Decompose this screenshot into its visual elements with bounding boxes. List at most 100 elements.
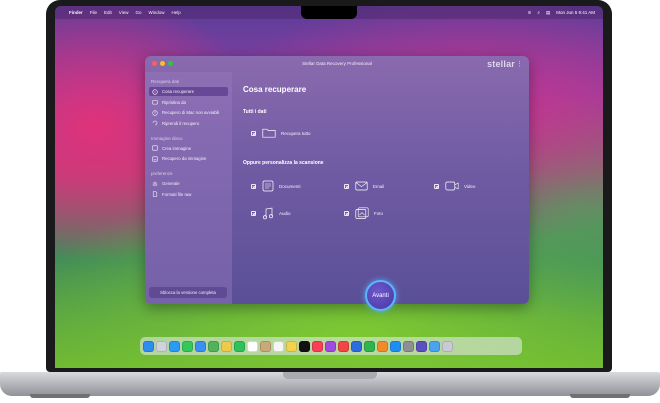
sidebar-item-resume-recovery[interactable]: Riprendi il recupero xyxy=(149,119,228,128)
unlock-full-version-button[interactable]: Sblocca la versione completa xyxy=(149,287,227,298)
sidebar-item-general[interactable]: Generale xyxy=(149,179,228,188)
contacts-icon[interactable] xyxy=(260,340,271,352)
wifi-icon[interactable]: ≋ xyxy=(528,10,532,16)
sidebar-item-label: Cosa recuperare xyxy=(162,89,195,94)
resume-icon xyxy=(152,120,158,126)
image-recover-icon xyxy=(152,156,158,162)
drive-icon xyxy=(152,109,158,116)
main-panel: Cosa recuperare Tutti i dati Recupera tu… xyxy=(241,72,529,304)
sidebar-item-label: Formati file raw xyxy=(162,191,192,197)
more-options-icon[interactable]: ⋮ xyxy=(516,60,523,68)
audio-label: Audio xyxy=(279,211,291,216)
dock xyxy=(140,337,522,355)
safari-icon[interactable] xyxy=(169,340,180,352)
sidebar-heading-recover: Recupera dati xyxy=(151,79,180,84)
page-title: Cosa recuperare xyxy=(243,85,307,94)
messages-icon[interactable] xyxy=(182,340,193,352)
laptop-foot-right xyxy=(570,394,630,398)
menu-go[interactable]: Go xyxy=(135,10,141,15)
stellar-logo: stellar xyxy=(487,59,515,69)
sidebar-item-recover-from-image[interactable]: Recupero da immagine xyxy=(149,154,228,163)
menu-help[interactable]: Help xyxy=(172,10,181,15)
sidebar-item-what-to-recover[interactable]: Cosa recuperare xyxy=(149,87,228,96)
numbers-icon[interactable] xyxy=(364,340,375,352)
sidebar-item-raw-formats[interactable]: Formati file raw xyxy=(149,190,228,199)
recover-all-checkbox[interactable] xyxy=(251,130,256,136)
document-icon xyxy=(262,180,274,192)
photo-icon xyxy=(355,207,369,219)
email-icon xyxy=(355,181,368,191)
photo-option[interactable]: Foto xyxy=(344,207,383,220)
podcasts-icon[interactable] xyxy=(325,340,336,352)
sidebar-heading-disk-image: Immagine disco xyxy=(151,135,183,141)
video-checkbox[interactable] xyxy=(434,183,439,189)
window-title: Stellar Data Recovery Professional xyxy=(302,61,372,66)
facetime-icon[interactable] xyxy=(234,340,245,352)
menu-clock[interactable]: Mon Jun 5 9:41 AM xyxy=(556,10,595,15)
audio-option[interactable]: Audio xyxy=(251,207,291,220)
email-label: Email xyxy=(373,183,385,189)
documents-checkbox[interactable] xyxy=(251,183,256,189)
photos-icon[interactable] xyxy=(221,340,232,352)
menu-view[interactable]: View xyxy=(119,10,129,15)
notes-icon[interactable] xyxy=(286,340,297,352)
file-raw-icon xyxy=(152,191,158,197)
next-button[interactable]: Avanti xyxy=(365,280,396,311)
menu-edit[interactable]: Edit xyxy=(104,10,112,15)
menu-window[interactable]: Window xyxy=(149,10,165,15)
sidebar-heading-preferences: preferenze xyxy=(151,171,173,176)
sidebar-item-label: Recupero di Mac non avviabili xyxy=(162,110,220,115)
sidebar-item-create-image[interactable]: Crea immagine xyxy=(149,144,228,153)
sidebar-item-label: Ripristina da xyxy=(162,99,186,105)
recover-all-label: Recupera tutto xyxy=(281,130,311,136)
audio-checkbox[interactable] xyxy=(251,211,256,216)
mail-icon[interactable] xyxy=(195,340,206,352)
customize-heading: Oppure personalizza la scansione xyxy=(243,160,324,166)
downloads-icon[interactable] xyxy=(429,340,440,352)
camera-notch xyxy=(301,6,357,19)
sidebar-item-label: Crea immagine xyxy=(162,145,192,151)
sidebar-item-label: Riprendi il recupero xyxy=(162,120,200,126)
pages-icon[interactable] xyxy=(377,340,388,352)
tv-icon[interactable] xyxy=(299,340,310,352)
email-checkbox[interactable] xyxy=(344,183,349,189)
settings-icon[interactable] xyxy=(403,340,414,352)
folder-icon xyxy=(262,128,276,138)
documents-option[interactable]: Documenti xyxy=(251,180,301,192)
folder-icon xyxy=(152,99,158,105)
finder-icon[interactable] xyxy=(143,340,154,352)
sidebar-item-unbootable-mac[interactable]: Recupero di Mac non avviabili xyxy=(149,108,228,117)
target-icon xyxy=(152,88,158,95)
documents-label: Documenti xyxy=(279,183,301,189)
music-icon xyxy=(263,207,273,220)
launchpad-icon[interactable] xyxy=(156,340,167,352)
news-icon[interactable] xyxy=(338,340,349,352)
photo-label: Foto xyxy=(374,211,384,216)
email-option[interactable]: Email xyxy=(344,180,384,192)
music-icon[interactable] xyxy=(312,340,323,352)
sidebar-item-restore-from[interactable]: Ripristina da xyxy=(149,98,228,107)
video-icon xyxy=(445,181,459,191)
app-window: Stellar Data Recovery Professional stell… xyxy=(145,56,529,304)
maps-icon[interactable] xyxy=(208,340,219,352)
video-option[interactable]: Video xyxy=(434,180,475,192)
trackpad-notch xyxy=(283,372,377,379)
control-center-icon[interactable]: ▤ xyxy=(546,10,550,16)
sidebar-item-label: Recupero da immagine xyxy=(162,156,207,161)
laptop-foot-left xyxy=(30,394,90,398)
recover-all-option[interactable]: Recupera tutto xyxy=(251,128,311,138)
appstore-icon[interactable] xyxy=(390,340,401,352)
reminders-icon[interactable] xyxy=(273,340,284,352)
search-icon[interactable]: ⌕ xyxy=(537,10,540,15)
all-data-heading: Tutti i dati xyxy=(243,109,267,115)
keynote-icon[interactable] xyxy=(351,340,362,352)
sidebar-item-label: Generale xyxy=(162,181,180,186)
menu-app-name[interactable]: Finder xyxy=(69,10,83,15)
photo-checkbox[interactable] xyxy=(344,211,349,216)
trash-icon[interactable] xyxy=(442,340,453,352)
stellar-icon[interactable] xyxy=(416,340,427,352)
gear-icon xyxy=(152,181,158,187)
menu-file[interactable]: File xyxy=(90,10,97,15)
title-bar: Stellar Data Recovery Professional stell… xyxy=(145,56,529,72)
calendar-icon[interactable] xyxy=(247,340,258,352)
